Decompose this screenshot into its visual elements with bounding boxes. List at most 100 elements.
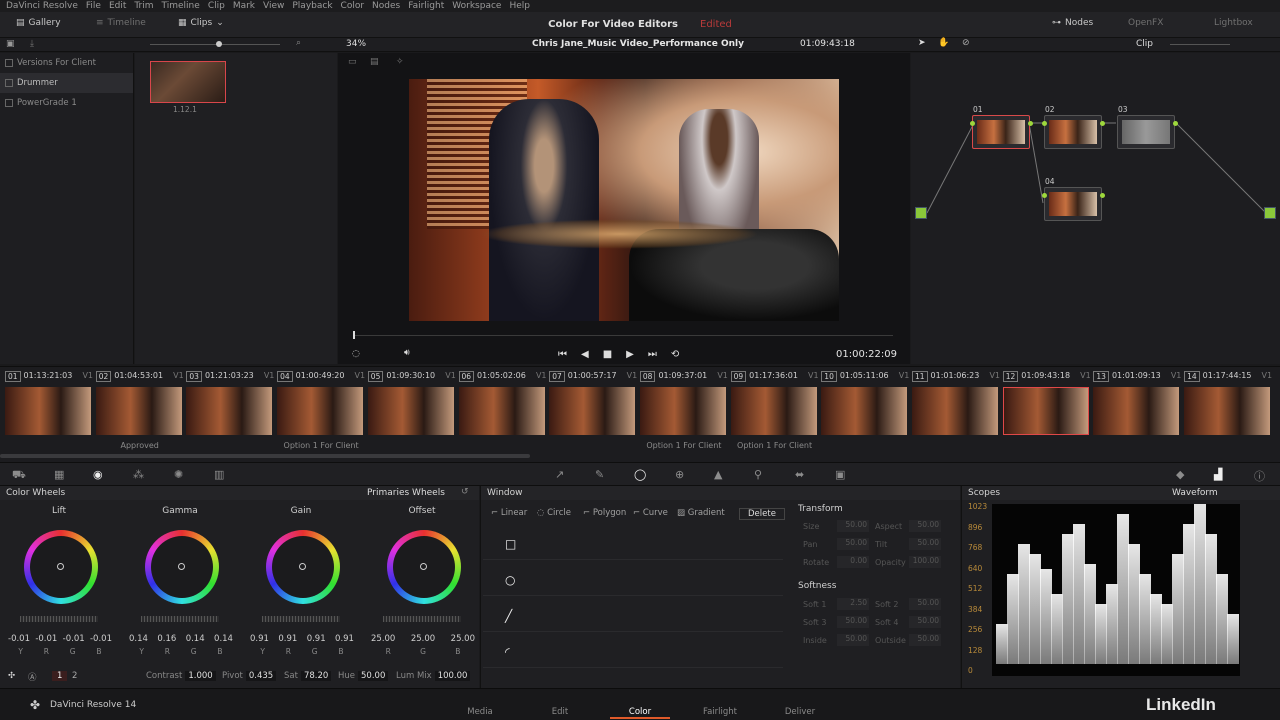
menu-edit[interactable]: Edit	[109, 1, 126, 11]
stop-icon[interactable]: ■	[603, 349, 612, 360]
download-icon[interactable]: ⤓	[30, 39, 34, 49]
clip-thumbnail[interactable]	[1093, 387, 1180, 435]
clip-thumbnail[interactable]	[821, 387, 908, 435]
clip-04[interactable]: 04 01:00:49:20 V1 Option 1 For Client	[277, 371, 365, 450]
layout-icon[interactable]: ▣	[6, 39, 15, 49]
contrast-field[interactable]: 1.000	[185, 671, 216, 681]
reset-icon[interactable]: ↺	[461, 487, 469, 497]
menu-help[interactable]: Help	[509, 1, 530, 11]
clip-selector-icon[interactable]: ◌	[352, 349, 360, 359]
hue-field[interactable]: 50.00	[358, 671, 389, 681]
menu-view[interactable]: View	[263, 1, 284, 11]
prop-value[interactable]: 2.50	[837, 598, 869, 610]
prop-value[interactable]: 50.00	[837, 634, 869, 646]
wheel-value[interactable]: -0.01	[35, 634, 57, 644]
menu-workspace[interactable]: Workspace	[452, 1, 501, 11]
node-02[interactable]: 02	[1044, 105, 1102, 149]
pivot-field[interactable]: 0.435	[245, 671, 277, 681]
page-fairlight[interactable]: Fairlight	[690, 707, 750, 717]
wheel-value[interactable]: 0.91	[335, 634, 354, 644]
prop-value[interactable]: 50.00	[837, 520, 869, 532]
color-wheel[interactable]	[24, 530, 98, 604]
wheel-value[interactable]: 0.14	[214, 634, 233, 644]
highlight-icon[interactable]: ✧	[396, 57, 404, 67]
motion-effects-icon[interactable]: ✺	[174, 468, 183, 481]
prop-value[interactable]: 50.00	[909, 520, 941, 532]
wheel-value[interactable]: 25.00	[451, 634, 475, 644]
window-row-circle[interactable]: ○	[483, 562, 783, 596]
zoom-level[interactable]: 34%	[346, 39, 366, 49]
color-wheel[interactable]	[387, 530, 461, 604]
levels-icon[interactable]: ▥	[214, 468, 224, 481]
album-item[interactable]: Drummer	[0, 73, 133, 93]
window-row-linear[interactable]: ╱	[483, 598, 783, 632]
wheel-value[interactable]: -0.01	[90, 634, 112, 644]
page-color[interactable]: Color	[610, 707, 670, 719]
clip-12[interactable]: 12 01:09:43:18 V1	[1002, 371, 1091, 435]
loop-icon[interactable]: ⟲	[671, 349, 679, 360]
clip-thumbnail[interactable]	[186, 387, 273, 435]
wheel-puck[interactable]	[420, 563, 427, 570]
timeline-button[interactable]: ≡ Timeline	[96, 18, 146, 28]
page-2[interactable]: 2	[72, 671, 77, 681]
prop-value[interactable]: 50.00	[909, 634, 941, 646]
node-zoom-slider[interactable]	[1170, 44, 1230, 45]
camera-raw-icon[interactable]: ⛟	[12, 468, 26, 483]
node-output[interactable]	[1264, 207, 1276, 219]
menu-color[interactable]: Color	[341, 1, 365, 11]
clip-thumbnail[interactable]	[912, 387, 998, 435]
last-frame-icon[interactable]: ⏭	[648, 349, 657, 360]
wheel-value[interactable]: 0.91	[250, 634, 269, 644]
wheel-value[interactable]: 0.16	[157, 634, 176, 644]
clip-thumbnail[interactable]	[458, 387, 545, 435]
play-icon[interactable]: ▶	[626, 349, 634, 360]
info-icon[interactable]: ⓘ	[1254, 468, 1265, 484]
volume-icon[interactable]: 🔊︎	[404, 348, 410, 358]
clip-14[interactable]: 14 01:17:44:15 V1	[1184, 371, 1272, 435]
slider-handle[interactable]	[216, 41, 222, 47]
clip-03[interactable]: 03 01:21:03:23 V1	[186, 371, 274, 435]
prop-value[interactable]: 50.00	[909, 616, 941, 628]
prop-value[interactable]: 50.00	[837, 616, 869, 628]
node-input[interactable]	[915, 207, 927, 219]
clip-13[interactable]: 13 01:01:09:13 V1	[1093, 371, 1181, 435]
clip-09[interactable]: 09 01:17:36:01 V1 Option 1 For Client	[730, 371, 819, 450]
wheel-puck[interactable]	[178, 563, 185, 570]
color-wheels-icon[interactable]: ◉	[93, 468, 103, 481]
tracker-icon[interactable]: ⊕	[675, 468, 684, 481]
auto-balance-icon[interactable]: ✣	[8, 671, 15, 681]
menu-clip[interactable]: Clip	[208, 1, 225, 11]
openfx-button[interactable]: OpenFX	[1128, 18, 1163, 28]
pointer-icon[interactable]: ➤	[918, 38, 926, 48]
clip-thumbnail[interactable]	[1184, 387, 1271, 435]
still-thumbnail[interactable]	[150, 61, 226, 103]
wheel-value[interactable]: -0.01	[8, 634, 30, 644]
menu-trim[interactable]: Trim	[134, 1, 153, 11]
clip-08[interactable]: 08 01:09:37:01 V1 Option 1 For Client	[639, 371, 728, 450]
scopes-icon[interactable]: ▟	[1214, 468, 1222, 481]
auto-icon[interactable]: Ⓐ	[28, 671, 37, 683]
master-wheel-slider[interactable]	[383, 616, 461, 622]
video-frame[interactable]	[409, 79, 839, 321]
wheel-value[interactable]: 25.00	[411, 634, 435, 644]
clip-07[interactable]: 07 01:00:57:17 V1	[549, 371, 637, 435]
polygon-tab[interactable]: ⌐ Polygon	[583, 508, 626, 518]
rgb-mixer-icon[interactable]: ⁂	[133, 468, 144, 481]
clip-thumbnail[interactable]	[730, 387, 817, 435]
clips-button[interactable]: ▦ Clips ⌄	[178, 18, 224, 28]
linear-tab[interactable]: ⌐ Linear	[491, 508, 527, 518]
prop-value[interactable]: 50.00	[909, 538, 941, 550]
menu-playback[interactable]: Playback	[292, 1, 332, 11]
qualifier-icon[interactable]: ✎	[595, 468, 604, 481]
color-match-icon[interactable]: ▦	[54, 468, 64, 481]
window-icon[interactable]: ◯	[634, 468, 646, 481]
wheel-value[interactable]: 0.91	[278, 634, 297, 644]
clip-01[interactable]: 01 01:13:21:03 V1	[5, 371, 93, 435]
clip-thumbnail[interactable]	[95, 387, 182, 435]
curves-icon[interactable]: ↗	[555, 468, 564, 481]
clip-thumbnail[interactable]	[1002, 387, 1089, 435]
clip-thumbnail[interactable]	[549, 387, 636, 435]
master-wheel-slider[interactable]	[141, 616, 219, 622]
playhead[interactable]	[353, 331, 355, 339]
clip-thumbnail[interactable]	[5, 387, 91, 435]
